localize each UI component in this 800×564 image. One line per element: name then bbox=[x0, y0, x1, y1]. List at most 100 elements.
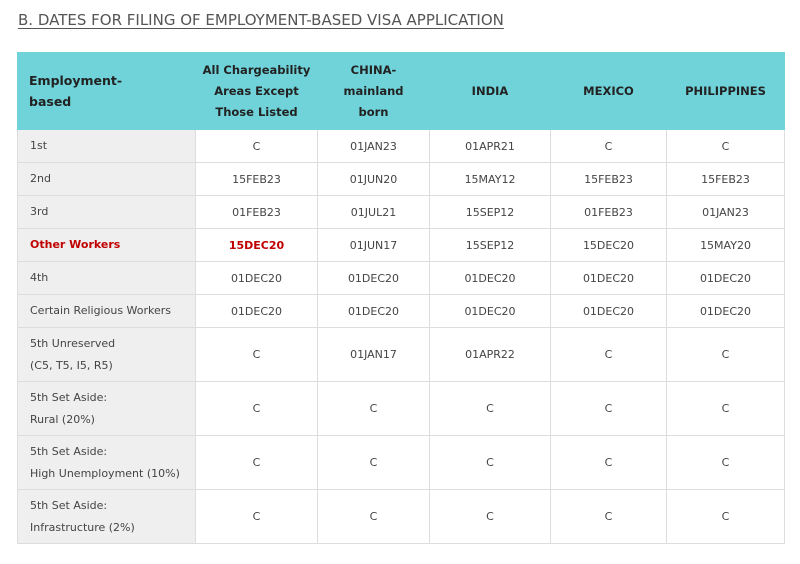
header-line: All Chargeability bbox=[202, 62, 311, 77]
header-line: Employment- bbox=[29, 73, 123, 88]
date-cell: C bbox=[666, 381, 785, 436]
date-cell: 15DEC20 bbox=[550, 228, 667, 262]
date-cell: 01DEC20 bbox=[429, 261, 551, 295]
row-label-cell: Certain Religious Workers bbox=[17, 294, 196, 328]
date-cell: 01DEC20 bbox=[550, 294, 667, 328]
row-label-cell: 2nd bbox=[17, 162, 196, 196]
row-label: High Unemployment (10%) bbox=[30, 466, 180, 480]
table-body: 1st C 01JAN23 01APR21 C C 2nd 15FEB23 01JUN20 15M… bbox=[17, 129, 785, 544]
row-label-cell: 5th Unreserved (C5, T5, I5, R5) bbox=[17, 327, 196, 382]
table-row: 5th Set Aside: High Unemployment (10%) C C C… bbox=[17, 435, 785, 490]
date-cell: 15FEB23 bbox=[195, 162, 318, 196]
date-cell: 01DEC20 bbox=[666, 261, 785, 295]
date-cell: 15SEP12 bbox=[429, 228, 551, 262]
row-label: (C5, T5, I5, R5) bbox=[30, 358, 113, 372]
date-cell: C bbox=[195, 129, 318, 163]
table-row: 3rd 01FEB23 01JUL21 15SEP12 01FEB23 01JAN23 bbox=[17, 195, 785, 229]
row-label: Rural (20%) bbox=[30, 412, 95, 426]
date-cell: C bbox=[317, 381, 430, 436]
table-header-row: Employment- based All Chargeability Area… bbox=[17, 52, 785, 130]
date-cell: 15MAY12 bbox=[429, 162, 551, 196]
header-line: Areas Except bbox=[214, 83, 299, 98]
table-row: 4th 01DEC20 01DEC20 01DEC20 01DEC20 01DEC20 bbox=[17, 261, 785, 295]
row-label-cell: 5th Set Aside: Rural (20%) bbox=[17, 381, 196, 436]
row-label: 1st bbox=[30, 139, 48, 152]
table-row: Other Workers 15DEC20 01JUN17 15SEP12 15DEC2… bbox=[17, 228, 785, 262]
date-cell: C bbox=[550, 327, 667, 382]
date-cell: C bbox=[666, 327, 785, 382]
date-cell: 01JAN17 bbox=[317, 327, 430, 382]
date-cell: C bbox=[550, 489, 667, 544]
date-cell: C bbox=[317, 489, 430, 544]
date-cell: 15FEB23 bbox=[666, 162, 785, 196]
date-cell: 01DEC20 bbox=[195, 294, 318, 328]
row-label-cell: 5th Set Aside: High Unemployment (10%) bbox=[17, 435, 196, 490]
date-cell: 01DEC20 bbox=[550, 261, 667, 295]
header-india: INDIA bbox=[429, 52, 551, 130]
date-cell: C bbox=[317, 435, 430, 490]
date-cell: 15MAY20 bbox=[666, 228, 785, 262]
row-label: Other Workers bbox=[30, 238, 121, 251]
row-label-cell: 4th bbox=[17, 261, 196, 295]
date-cell: 15DEC20 bbox=[195, 228, 318, 262]
row-label: 4th bbox=[30, 271, 49, 284]
date-cell: 01JUN20 bbox=[317, 162, 430, 196]
row-label: 5th Set Aside: bbox=[30, 498, 108, 512]
row-label: 3rd bbox=[30, 205, 49, 218]
row-label: 5th Unreserved bbox=[30, 336, 116, 350]
date-cell: 01JAN23 bbox=[317, 129, 430, 163]
header-philippines: PHILIPPINES bbox=[666, 52, 785, 130]
row-label-cell: 3rd bbox=[17, 195, 196, 229]
date-cell: 01DEC20 bbox=[195, 261, 318, 295]
row-label: 2nd bbox=[30, 172, 51, 185]
date-cell: 01DEC20 bbox=[317, 294, 430, 328]
header-all-chargeability: All Chargeability Areas Except Those Lis… bbox=[195, 52, 318, 130]
table-row: 5th Unreserved (C5, T5, I5, R5) C 01JAN17 01… bbox=[17, 327, 785, 382]
date-cell: C bbox=[666, 489, 785, 544]
section-heading: B. DATES FOR FILING OF EMPLOYMENT-BASED … bbox=[18, 11, 504, 29]
header-china: CHINA- mainland born bbox=[317, 52, 430, 130]
date-cell: C bbox=[195, 381, 318, 436]
date-cell: C bbox=[429, 489, 551, 544]
date-cell: C bbox=[550, 381, 667, 436]
table-row: 2nd 15FEB23 01JUN20 15MAY12 15FEB23 15FEB23 bbox=[17, 162, 785, 196]
date-cell: 01DEC20 bbox=[666, 294, 785, 328]
date-cell: C bbox=[429, 435, 551, 490]
row-label: 5th Set Aside: bbox=[30, 390, 108, 404]
date-cell: C bbox=[550, 129, 667, 163]
date-cell: 01FEB23 bbox=[195, 195, 318, 229]
header-line: Those Listed bbox=[215, 104, 298, 119]
date-cell: C bbox=[666, 129, 785, 163]
header-mexico: MEXICO bbox=[550, 52, 667, 130]
row-label: Certain Religious Workers bbox=[30, 304, 172, 317]
page: B. DATES FOR FILING OF EMPLOYMENT-BASED … bbox=[0, 0, 800, 564]
row-label-cell: Other Workers bbox=[17, 228, 196, 262]
date-cell: 01DEC20 bbox=[429, 294, 551, 328]
table-row: 5th Set Aside: Rural (20%) C C C C C bbox=[17, 381, 785, 436]
header-line: based bbox=[29, 94, 72, 109]
employment-visa-table: Employment- based All Chargeability Area… bbox=[17, 52, 785, 544]
date-cell: 15FEB23 bbox=[550, 162, 667, 196]
date-cell: 15SEP12 bbox=[429, 195, 551, 229]
date-cell: C bbox=[550, 435, 667, 490]
header-employment-based: Employment- based bbox=[17, 52, 196, 130]
date-cell: C bbox=[195, 435, 318, 490]
table-row: 1st C 01JAN23 01APR21 C C bbox=[17, 129, 785, 163]
header-line: CHINA- bbox=[350, 62, 397, 77]
date-cell: 01APR21 bbox=[429, 129, 551, 163]
header-line: mainland bbox=[343, 83, 404, 98]
row-label: Infrastructure (2%) bbox=[30, 520, 135, 534]
date-cell: 01JUL21 bbox=[317, 195, 430, 229]
table-row: Certain Religious Workers 01DEC20 01DEC20 0… bbox=[17, 294, 785, 328]
date-cell: 01JUN17 bbox=[317, 228, 430, 262]
date-cell: 01APR22 bbox=[429, 327, 551, 382]
date-cell: 01JAN23 bbox=[666, 195, 785, 229]
date-cell: 01FEB23 bbox=[550, 195, 667, 229]
header-line: born bbox=[358, 104, 389, 119]
date-cell: 01DEC20 bbox=[317, 261, 430, 295]
date-cell: C bbox=[429, 381, 551, 436]
row-label-cell: 5th Set Aside: Infrastructure (2%) bbox=[17, 489, 196, 544]
date-cell: C bbox=[666, 435, 785, 490]
date-cell: C bbox=[195, 489, 318, 544]
table-row: 5th Set Aside: Infrastructure (2%) C C C C C bbox=[17, 489, 785, 544]
